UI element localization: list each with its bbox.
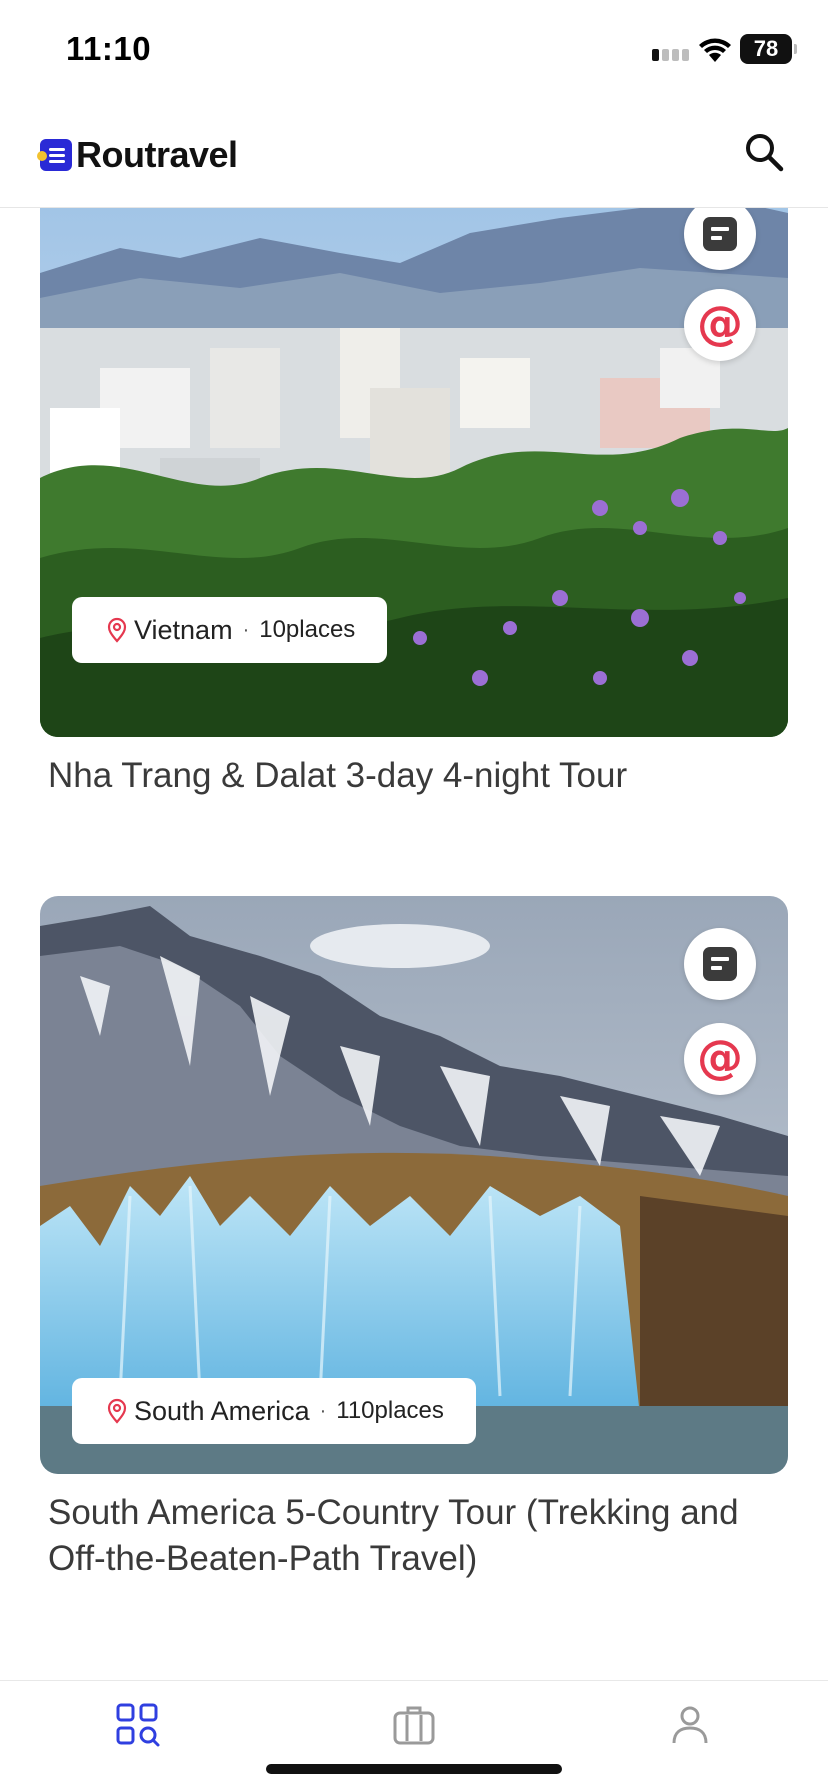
app-header: Routravel: [0, 100, 828, 208]
tour-title[interactable]: Nha Trang & Dalat 3-day 4-night Tour: [40, 753, 788, 799]
document-icon: [703, 217, 737, 251]
search-icon[interactable]: [742, 130, 786, 174]
tour-card[interactable]: @ South America · 110places South Americ…: [40, 896, 788, 1582]
location-badge: South America · 110places: [72, 1378, 476, 1444]
battery-icon: 78: [740, 34, 797, 64]
location-badge: Vietnam · 10places: [72, 597, 388, 663]
logo-mark-icon: [37, 139, 72, 171]
document-icon: [703, 947, 737, 981]
status-bar: 11:10 78: [0, 0, 828, 100]
tour-card[interactable]: @ Vietnam · 10places Nha Trang & Dalat 3…: [40, 208, 788, 799]
brand-name: Routravel: [76, 134, 238, 175]
cellular-signal-icon: [652, 47, 692, 61]
mention-icon: @: [697, 1030, 743, 1084]
home-indicator: [266, 1764, 562, 1774]
wifi-icon: [699, 38, 731, 62]
mention-icon: @: [697, 296, 743, 350]
brand-logo[interactable]: Routravel: [37, 134, 238, 176]
places-count: 10places: [259, 616, 356, 643]
bottom-navigation: [0, 1680, 828, 1792]
separator-dot: ·: [242, 618, 250, 641]
details-button[interactable]: [684, 928, 756, 1000]
location-country: Vietnam: [134, 614, 233, 645]
location-pin-icon: [107, 617, 127, 643]
location-country: South America: [134, 1395, 310, 1426]
tour-feed[interactable]: @ Vietnam · 10places Nha Trang & Dalat 3…: [0, 208, 828, 1680]
places-count: 110places: [336, 1397, 444, 1424]
battery-level: 78: [753, 36, 779, 61]
tour-image-nha-trang[interactable]: @ Vietnam · 10places: [40, 208, 788, 737]
profile-icon[interactable]: [666, 1701, 714, 1749]
tour-title[interactable]: South America 5-Country Tour (Trekking a…: [40, 1490, 788, 1582]
separator-dot: ·: [319, 1399, 327, 1422]
location-pin-icon: [107, 1398, 127, 1424]
status-time: 11:10: [66, 30, 152, 67]
luggage-icon[interactable]: [390, 1701, 438, 1749]
grid-search-icon[interactable]: [114, 1701, 162, 1749]
tour-image-patagonia[interactable]: @ South America · 110places: [40, 896, 788, 1474]
mention-button[interactable]: @: [684, 1023, 756, 1095]
mention-button[interactable]: @: [684, 289, 756, 361]
